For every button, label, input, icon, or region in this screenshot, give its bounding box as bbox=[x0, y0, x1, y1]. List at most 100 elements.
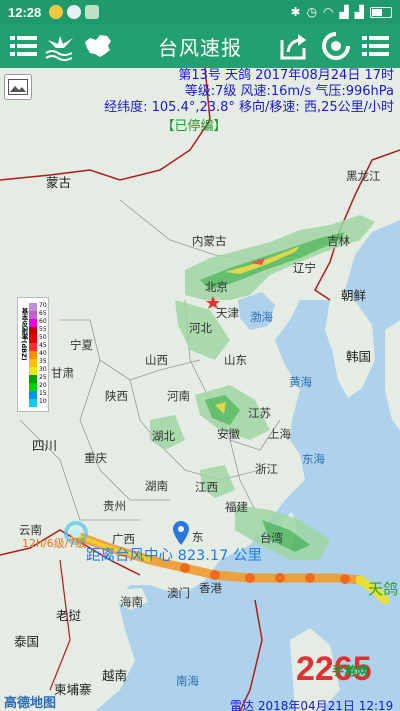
info-line-level-wind: 等级:7级 风速:16m/s 气压:996hPa bbox=[184, 84, 394, 99]
place-label: 贵州 bbox=[103, 499, 126, 513]
place-label: 韩国 bbox=[346, 349, 372, 364]
app-bar: 台风速报 bbox=[0, 24, 400, 68]
legend-swatch bbox=[29, 375, 37, 383]
layer-toggle-button[interactable] bbox=[4, 74, 32, 100]
place-label: 陕西 bbox=[105, 389, 128, 403]
typhoon-icon[interactable] bbox=[320, 30, 352, 62]
place-label: 澳门 bbox=[167, 586, 190, 600]
place-label: 河北 bbox=[189, 321, 212, 335]
status-bar: 12:28 ✱ ◷ ◠ ▟ ▟ bbox=[0, 0, 400, 24]
image-layer-icon bbox=[8, 79, 28, 95]
place-label: 柬埔寨 bbox=[54, 682, 92, 697]
place-label: 山西 bbox=[145, 353, 168, 367]
legend-swatch bbox=[29, 351, 37, 359]
legend-swatch bbox=[29, 335, 37, 343]
place-label: 蒙古 bbox=[46, 175, 72, 190]
legend-swatch bbox=[29, 359, 37, 367]
battery-icon bbox=[370, 6, 392, 18]
place-label: 台湾 bbox=[260, 531, 283, 545]
map-view[interactable]: 第13号 天鸽 2017年08月24日 17时 等级:7级 风速:16m/s 气… bbox=[0, 68, 400, 711]
signal2-icon: ▟ bbox=[354, 5, 364, 19]
place-label: 重庆 bbox=[84, 451, 107, 465]
place-label: 黄海 bbox=[289, 375, 312, 389]
place-label: 东海 bbox=[302, 452, 325, 466]
legend-tick-label: 25 bbox=[39, 374, 47, 381]
place-label: 安徽 bbox=[217, 427, 240, 441]
legend-swatch bbox=[29, 327, 37, 335]
place-label: 上海 bbox=[268, 427, 291, 441]
typhoon-info-panel: 第13号 天鸽 2017年08月24日 17时 等级:7级 风速:16m/s 气… bbox=[104, 68, 394, 135]
legend-swatch bbox=[29, 311, 37, 319]
place-label: 辽宁 bbox=[293, 261, 316, 275]
place-label: 江西 bbox=[195, 480, 218, 494]
place-label: 宁夏 bbox=[70, 338, 93, 352]
app-notification-icon bbox=[85, 5, 100, 19]
china-map-icon[interactable] bbox=[82, 30, 114, 62]
info-line-position-motion: 经纬度: 105.4°,23.8° 移向/移速: 西,25公里/小时 bbox=[104, 100, 394, 115]
place-label: 渤海 bbox=[250, 310, 273, 324]
wifi-icon: ◠ bbox=[323, 5, 334, 19]
legend-swatch bbox=[29, 399, 37, 407]
radar-timestamp: 雷达 2018年04月21日 12:19 bbox=[230, 699, 394, 711]
legend-swatch bbox=[29, 383, 37, 391]
place-label: 老挝 bbox=[56, 608, 82, 623]
menu-list-icon[interactable] bbox=[8, 30, 40, 62]
legend-title: 基本反射率(dBZ) bbox=[20, 308, 28, 361]
legend-swatch bbox=[29, 303, 37, 311]
status-time: 12:28 bbox=[8, 4, 42, 20]
legend-tick-label: 30 bbox=[39, 366, 47, 373]
place-label: 湖南 bbox=[145, 479, 168, 493]
track-point-label: 12h/6级/7级 bbox=[22, 537, 87, 550]
legend-tick-label: 70 bbox=[39, 302, 47, 309]
alarm-icon: ◷ bbox=[306, 5, 318, 19]
legend-swatch bbox=[29, 319, 37, 327]
bluetooth-icon: ✱ bbox=[290, 5, 301, 19]
legend-tick-label: 55 bbox=[39, 326, 47, 333]
share-icon[interactable] bbox=[278, 30, 310, 62]
signal-icon: ▟ bbox=[339, 5, 349, 19]
place-label: 四川 bbox=[32, 438, 58, 453]
legend-tick-label: 45 bbox=[39, 342, 47, 349]
location-pin-icon[interactable] bbox=[173, 521, 189, 549]
place-label: 山东 bbox=[224, 353, 247, 367]
cloud-notification-icon bbox=[67, 5, 82, 19]
place-label: 河南 bbox=[167, 389, 190, 403]
place-label: 香港 bbox=[199, 581, 222, 595]
place-label: 黑龙江 bbox=[346, 169, 381, 183]
map-provider-logo: 高德地图 bbox=[4, 696, 57, 711]
place-label: 甘肃 bbox=[51, 366, 74, 380]
place-label: 东 bbox=[192, 530, 204, 544]
site-watermark-text: 手游网 bbox=[332, 664, 369, 678]
legend-tick-label: 60 bbox=[39, 318, 47, 325]
status-right-icons: ✱ ◷ ◠ ▟ ▟ bbox=[290, 5, 392, 19]
legend-tick-label: 15 bbox=[39, 390, 47, 397]
weather-notification-icon bbox=[49, 5, 64, 19]
place-label: 北京 bbox=[205, 280, 228, 294]
place-label: 浙江 bbox=[255, 462, 278, 476]
legend-tick-label: 50 bbox=[39, 334, 47, 341]
place-label: 内蒙古 bbox=[192, 234, 227, 248]
info-status: 【已停编】 bbox=[161, 119, 227, 134]
place-label: 南海 bbox=[176, 674, 199, 688]
place-label: 湖北 bbox=[152, 429, 175, 443]
bird-waves-icon[interactable] bbox=[44, 30, 76, 62]
legend-color-ramp bbox=[29, 303, 37, 407]
legend-tick-label: 65 bbox=[39, 310, 47, 317]
place-label: 吉林 bbox=[327, 234, 350, 248]
legend-tick-label: 20 bbox=[39, 382, 47, 389]
place-label: 海南 bbox=[120, 595, 143, 609]
place-label: 朝鲜 bbox=[341, 288, 367, 303]
notification-icons bbox=[49, 5, 100, 19]
info-line-name-time: 第13号 天鸽 2017年08月24日 17时 bbox=[178, 68, 394, 83]
place-label: 福建 bbox=[225, 500, 248, 514]
place-label: 越南 bbox=[102, 668, 128, 683]
legend-tick-label: 35 bbox=[39, 358, 47, 365]
legend-swatch bbox=[29, 391, 37, 399]
place-label: 天津 bbox=[216, 306, 239, 320]
typhoon-name-label: 天鸽 bbox=[368, 580, 399, 598]
radar-legend: 基本反射率(dBZ) 70 65 60 55 50 45 40 35 30 25 20 15 10 bbox=[17, 297, 49, 412]
legend-swatch bbox=[29, 343, 37, 351]
place-label: 江苏 bbox=[248, 406, 271, 420]
legend-ticks: 70 65 60 55 50 45 40 35 30 25 20 15 10 bbox=[39, 302, 47, 406]
menu-list-right-icon[interactable] bbox=[360, 30, 392, 62]
